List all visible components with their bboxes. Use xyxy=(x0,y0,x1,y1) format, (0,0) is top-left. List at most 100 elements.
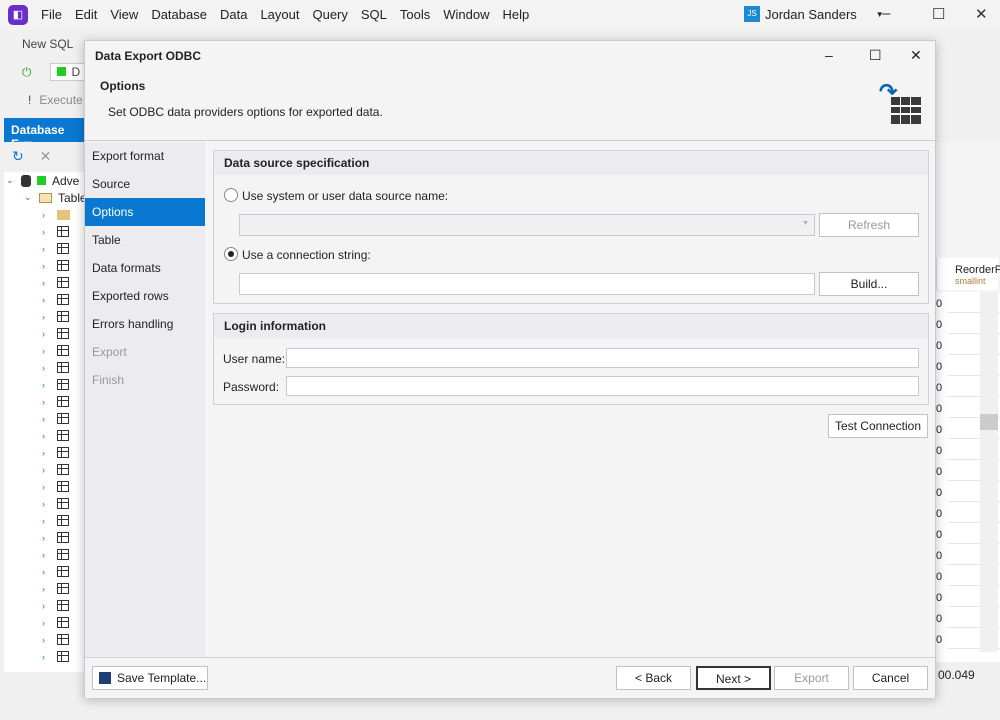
maximize-icon[interactable]: ☐ xyxy=(932,5,945,23)
nav-item-exported-rows[interactable]: Exported rows xyxy=(85,282,205,310)
grid-column-header[interactable]: ReorderP smallint xyxy=(936,258,1000,290)
menu-tools[interactable]: Tools xyxy=(400,7,430,22)
nav-item-data-formats[interactable]: Data formats xyxy=(85,254,205,282)
menu-edit[interactable]: Edit xyxy=(75,7,97,22)
menu-layout[interactable]: Layout xyxy=(260,7,299,22)
grid-cell[interactable]: 0 xyxy=(936,298,948,310)
menu-file[interactable]: File xyxy=(41,7,62,22)
next-button[interactable]: Next > xyxy=(696,666,771,690)
menu-view[interactable]: View xyxy=(110,7,138,22)
grid-cell[interactable]: 0 xyxy=(936,571,948,583)
connection-string-radio[interactable] xyxy=(224,247,238,261)
save-template-button[interactable]: Save Template... xyxy=(92,666,208,690)
tree-item[interactable]: › xyxy=(42,257,69,274)
grid-cell[interactable]: 0 xyxy=(936,340,948,352)
grid-cell[interactable]: 0 xyxy=(936,319,948,331)
grid-cell[interactable]: 0 xyxy=(936,508,948,520)
dsn-radio-label[interactable]: Use system or user data source name: xyxy=(242,189,448,203)
tree-item[interactable]: › xyxy=(42,274,69,291)
grid-cell[interactable]: 0 xyxy=(936,445,948,457)
tree-item[interactable]: › xyxy=(42,376,69,393)
tree-item[interactable]: › xyxy=(42,631,69,648)
grid-cell[interactable]: 0 xyxy=(936,382,948,394)
nav-item-errors-handling[interactable]: Errors handling xyxy=(85,310,205,338)
maximize-icon[interactable]: ☐ xyxy=(869,47,882,64)
tree-item[interactable]: › xyxy=(42,427,69,444)
tree-item[interactable]: › xyxy=(42,359,69,376)
grid-cell[interactable]: 0 xyxy=(936,550,948,562)
minimize-icon[interactable]: – xyxy=(825,47,833,63)
test-connection-button[interactable]: Test Connection xyxy=(828,414,928,438)
nav-item-export[interactable]: Export xyxy=(85,338,205,366)
tree-item[interactable]: › xyxy=(42,478,69,495)
tree-item[interactable]: › xyxy=(42,444,69,461)
grid-cell[interactable]: 0 xyxy=(936,361,948,373)
tree-item[interactable]: › xyxy=(42,529,69,546)
tree-item[interactable]: › xyxy=(42,410,69,427)
refresh-button[interactable]: Refresh xyxy=(819,213,919,237)
menu-sql[interactable]: SQL xyxy=(361,7,387,22)
tree-item[interactable]: › xyxy=(42,240,69,257)
tree-item[interactable]: › xyxy=(42,648,69,665)
user-account[interactable]: JS Jordan Sanders ▼ xyxy=(744,6,884,22)
grid-cell[interactable]: 0 xyxy=(936,424,948,436)
tree-item[interactable]: › xyxy=(42,325,69,342)
tree-tables-folder[interactable]: ⌄ Table xyxy=(24,189,87,206)
build-button[interactable]: Build... xyxy=(819,272,919,296)
menu-window[interactable]: Window xyxy=(443,7,489,22)
menu-help[interactable]: Help xyxy=(503,7,530,22)
database-tree[interactable]: ⌄ Adve ⌄ Table › › › › › › › › › › › › › › › › › › › › › › › › › › › xyxy=(4,172,88,688)
refresh-icon[interactable]: ↻ xyxy=(12,148,24,164)
grid-cell[interactable]: 0 xyxy=(936,403,948,415)
tree-root[interactable]: ⌄ Adve xyxy=(6,172,79,189)
grid-cell[interactable]: 0 xyxy=(936,487,948,499)
connection-string-input[interactable] xyxy=(239,273,815,295)
tree-item[interactable]: › xyxy=(42,393,69,410)
tree-item[interactable]: › xyxy=(42,563,69,580)
menu-database[interactable]: Database xyxy=(151,7,207,22)
tree-item[interactable]: › xyxy=(42,597,69,614)
tree-scrollbar[interactable] xyxy=(4,672,84,688)
close-icon[interactable]: ✕ xyxy=(975,5,988,23)
nav-item-export-format[interactable]: Export format xyxy=(85,142,205,170)
execute-button[interactable]: Execute xyxy=(39,93,82,107)
tree-item[interactable]: › xyxy=(42,291,69,308)
tree-item[interactable]: › xyxy=(42,206,70,223)
nav-item-finish[interactable]: Finish xyxy=(85,366,205,394)
dsn-radio[interactable] xyxy=(224,188,238,202)
tree-item[interactable]: › xyxy=(42,546,69,563)
grid-cell[interactable]: 0 xyxy=(936,529,948,541)
tree-item[interactable]: › xyxy=(42,308,69,325)
tree-item[interactable]: › xyxy=(42,512,69,529)
connection-string-radio-label[interactable]: Use a connection string: xyxy=(242,248,371,262)
grid-cell[interactable]: 0 xyxy=(936,592,948,604)
cancel-button[interactable]: Cancel xyxy=(853,666,928,690)
grid-cell[interactable]: 0 xyxy=(936,634,948,646)
close-icon[interactable]: ✕ xyxy=(910,47,922,64)
grid-scrollbar[interactable] xyxy=(980,292,998,652)
tree-item[interactable]: › xyxy=(42,223,69,240)
menu-query[interactable]: Query xyxy=(312,7,347,22)
back-button[interactable]: < Back xyxy=(616,666,691,690)
tree-item[interactable]: › xyxy=(42,342,69,359)
tree-item[interactable]: › xyxy=(42,495,69,512)
user-name-input[interactable] xyxy=(286,348,919,368)
grid-cell[interactable]: 0 xyxy=(936,613,948,625)
nav-item-source[interactable]: Source xyxy=(85,170,205,198)
nav-item-options[interactable]: Options xyxy=(85,198,205,226)
tree-item[interactable]: › xyxy=(42,580,69,597)
menu-data[interactable]: Data xyxy=(220,7,247,22)
delete-icon[interactable]: ✕ xyxy=(40,148,52,164)
nav-item-table[interactable]: Table xyxy=(85,226,205,254)
password-input[interactable] xyxy=(286,376,919,396)
tree-item[interactable]: › xyxy=(42,614,69,631)
export-button[interactable]: Export xyxy=(774,666,849,690)
minimize-icon[interactable]: – xyxy=(882,5,890,22)
connection-select[interactable]: D xyxy=(49,63,88,81)
new-sql-button[interactable]: New SQL xyxy=(22,37,73,51)
dsn-select[interactable]: ▼ xyxy=(239,214,815,236)
grid-cell[interactable]: 0 xyxy=(936,466,948,478)
new-connection-icon[interactable]: ⏻ xyxy=(22,65,32,80)
tree-item[interactable]: › xyxy=(42,461,69,478)
table-icon xyxy=(57,651,69,662)
